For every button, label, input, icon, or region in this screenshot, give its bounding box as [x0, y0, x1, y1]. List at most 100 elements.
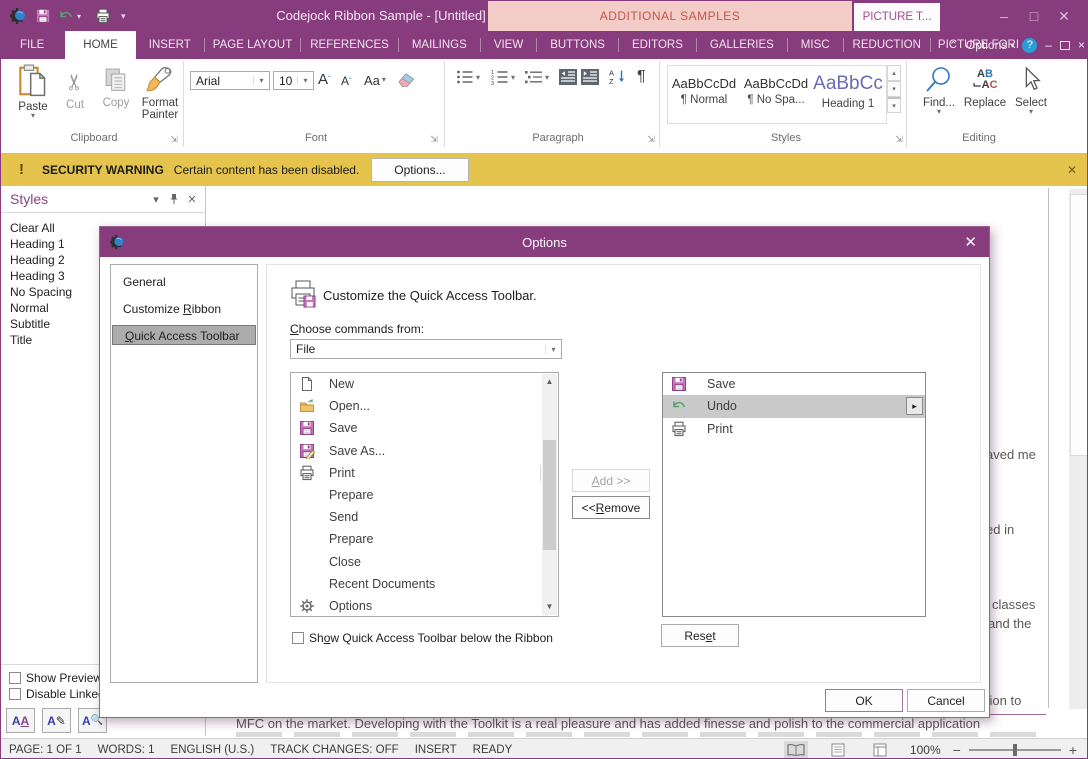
pane-dropdown-caret[interactable]: ▾: [147, 193, 165, 206]
increase-indent-icon[interactable]: [581, 69, 599, 85]
web-layout-button[interactable]: [868, 741, 892, 759]
zoom-out-button[interactable]: −: [953, 742, 961, 758]
status-words[interactable]: WORDS: 1: [98, 744, 155, 756]
nav-quick-access-toolbar[interactable]: Quick Access Toolbar: [112, 325, 256, 345]
reset-button[interactable]: Reset: [661, 624, 739, 647]
font-dialog-launcher[interactable]: ⇲: [429, 134, 439, 144]
read-mode-button[interactable]: [784, 741, 808, 759]
paste-button[interactable]: Paste ▾: [11, 63, 55, 119]
close-icon[interactable]: ✕: [1049, 8, 1079, 25]
warning-close-icon[interactable]: ✕: [1067, 163, 1077, 177]
remove-button[interactable]: << Remove: [572, 496, 650, 519]
commands-scrollbar[interactable]: ▲ ▼: [542, 374, 557, 615]
tab-editors[interactable]: EDITORS: [619, 31, 696, 59]
find-caret[interactable]: ▾: [937, 109, 941, 115]
change-case-button[interactable]: Aa▾: [364, 70, 386, 90]
clear-formatting-icon[interactable]: [397, 72, 416, 87]
sort-icon[interactable]: [609, 68, 627, 85]
format-painter-button[interactable]: Format Painter: [137, 65, 183, 121]
pane-close-icon[interactable]: ✕: [183, 193, 201, 206]
command-print[interactable]: Print ▸: [291, 462, 558, 484]
command-open[interactable]: Open...: [291, 395, 558, 417]
zoom-in-button[interactable]: +: [1069, 742, 1077, 758]
decrease-indent-icon[interactable]: [559, 69, 577, 85]
styles-dialog-launcher[interactable]: ⇲: [894, 134, 904, 144]
zoom-slider-thumb[interactable]: [1013, 744, 1017, 756]
numbered-list-icon[interactable]: [491, 69, 509, 85]
bullet-list-caret[interactable]: ▾: [476, 75, 480, 81]
style-normal[interactable]: AaBbCcDd ¶ Normal: [668, 66, 740, 116]
nav-general[interactable]: General: [111, 273, 257, 292]
qat-item-save[interactable]: Save: [663, 373, 925, 395]
additional-samples-banner[interactable]: ADDITIONAL SAMPLES: [488, 1, 852, 31]
style-heading1[interactable]: AaBbCc Heading 1: [812, 66, 884, 116]
floating-picture-tab[interactable]: PICTURE T...: [854, 3, 940, 31]
styles-scroll-up[interactable]: ▴: [887, 65, 901, 81]
tab-reduction[interactable]: REDUCTION: [844, 31, 930, 59]
tab-insert[interactable]: INSERT: [136, 31, 204, 59]
scroll-thumb[interactable]: [543, 440, 556, 550]
command-prepare[interactable]: Prepare: [291, 484, 558, 506]
chevron-up-icon[interactable]: ⌃: [949, 39, 958, 52]
styles-more-button[interactable]: ▾: [887, 97, 901, 113]
pilcrow-icon[interactable]: ¶: [637, 67, 646, 87]
print-icon[interactable]: [95, 8, 111, 24]
clipboard-dialog-launcher[interactable]: ⇲: [169, 134, 179, 144]
paste-dropdown-caret[interactable]: ▾: [31, 113, 35, 119]
status-page[interactable]: PAGE: 1 OF 1: [9, 744, 82, 756]
show-qat-below-checkbox[interactable]: Show Quick Access Toolbar below the Ribb…: [292, 630, 553, 646]
command-close[interactable]: Close: [291, 551, 558, 573]
bullet-list-icon[interactable]: [456, 69, 474, 85]
app-icon[interactable]: [9, 6, 29, 26]
undo-dropdown-caret[interactable]: ▾: [77, 12, 81, 21]
show-preview-checkbox[interactable]: Show Preview: [9, 670, 102, 686]
qat-item-print[interactable]: Print: [663, 418, 925, 440]
copy-button[interactable]: Copy: [95, 65, 137, 109]
command-save-as[interactable]: Save As...: [291, 440, 558, 462]
commands-list[interactable]: New Open... Save Save As... Print ▸ Prep…: [290, 372, 559, 617]
pin-icon[interactable]: [165, 193, 183, 205]
new-style-button[interactable]: AA: [6, 708, 35, 733]
cancel-button[interactable]: Cancel: [907, 689, 985, 712]
minimize-icon[interactable]: –: [989, 8, 1019, 24]
qat-item-undo[interactable]: Undo ▸: [663, 395, 925, 417]
qat-list[interactable]: Save Undo ▸ Print: [662, 372, 926, 617]
zoom-level[interactable]: 100%: [910, 743, 941, 757]
numbered-list-caret[interactable]: ▾: [511, 75, 515, 81]
style-no-spacing[interactable]: AaBbCcDd ¶ No Spa...: [740, 66, 812, 116]
tab-mailings[interactable]: MAILINGS: [399, 31, 480, 59]
command-prepare-2[interactable]: Prepare: [291, 528, 558, 550]
qat-customize-caret[interactable]: ▾: [121, 11, 126, 22]
command-recent-documents[interactable]: Recent Documents: [291, 573, 558, 595]
tab-view[interactable]: VIEW: [481, 31, 536, 59]
tab-home[interactable]: HOME: [65, 31, 136, 59]
replace-button[interactable]: AB⌙AC Replace: [961, 65, 1009, 109]
cut-button[interactable]: ✂ Cut: [57, 67, 93, 111]
mdi-minimize-icon[interactable]: –: [1045, 38, 1052, 52]
command-new[interactable]: New: [291, 373, 558, 395]
mdi-restore-icon[interactable]: [1060, 41, 1070, 50]
dialog-close-icon[interactable]: ✕: [964, 233, 977, 251]
print-layout-button[interactable]: [826, 741, 850, 759]
ok-button[interactable]: OK: [825, 689, 903, 712]
qat-item-submenu-button[interactable]: ▸: [906, 397, 923, 415]
zoom-slider[interactable]: [969, 749, 1061, 751]
select-caret[interactable]: ▾: [1029, 109, 1033, 115]
document-scrollbar[interactable]: [1069, 189, 1088, 709]
tab-file[interactable]: FILE: [7, 31, 57, 59]
styles-scroll-down[interactable]: ▾: [887, 81, 901, 97]
multilevel-list-icon[interactable]: [525, 69, 543, 85]
multilevel-list-caret[interactable]: ▾: [545, 75, 549, 81]
font-family-combo[interactable]: Arial▾: [190, 71, 270, 90]
status-track-changes[interactable]: TRACK CHANGES: OFF: [270, 744, 398, 756]
tab-references[interactable]: REFERENCES: [301, 31, 398, 59]
command-save[interactable]: Save: [291, 417, 558, 439]
grow-font-button[interactable]: Aˆ: [318, 69, 331, 89]
choose-commands-combo[interactable]: File▾: [290, 339, 562, 359]
font-size-combo[interactable]: 10▾: [273, 71, 314, 90]
tab-page-layout[interactable]: PAGE LAYOUT: [205, 31, 300, 59]
security-options-button[interactable]: Options...: [371, 158, 468, 182]
find-button[interactable]: Find... ▾: [917, 65, 961, 115]
scrollbar-thumb[interactable]: [1070, 194, 1088, 456]
scroll-down-icon[interactable]: ▼: [542, 599, 557, 615]
